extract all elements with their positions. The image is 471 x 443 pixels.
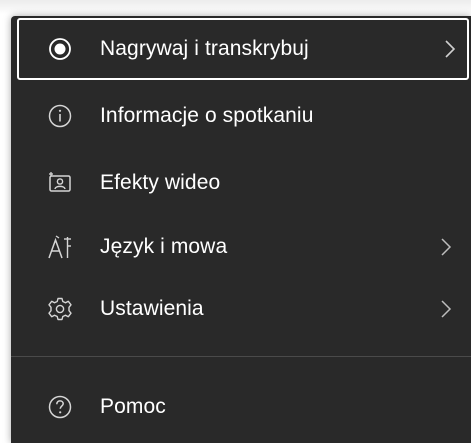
menu-item-video-effects[interactable]: Efekty wideo (11, 152, 471, 214)
language-icon (47, 234, 73, 260)
chevron-right-icon (439, 236, 453, 258)
menu-item-label: Nagrywaj i transkrybuj (100, 37, 309, 60)
menu-item-label: Informacje o spotkaniu (100, 104, 314, 127)
menu-item-settings[interactable]: Ustawienia (11, 278, 471, 340)
menu-item-record-transcribe[interactable]: Nagrywaj i transkrybuj (17, 18, 469, 80)
more-actions-menu: Nagrywaj i transkrybuj Informacje o spot… (11, 16, 471, 443)
menu-item-meeting-info[interactable]: Informacje o spotkaniu (11, 85, 471, 147)
menu-item-label: Pomoc (100, 395, 166, 418)
gear-icon (47, 296, 73, 322)
menu-divider (11, 356, 471, 357)
menu-item-language-speech[interactable]: Język i mowa (11, 216, 471, 278)
record-icon (47, 36, 73, 62)
chevron-right-icon (439, 298, 453, 320)
menu-item-help[interactable]: Pomoc (11, 376, 471, 438)
page: Nagrywaj i transkrybuj Informacje o spot… (0, 0, 471, 443)
video-effects-icon (47, 170, 73, 196)
chevron-right-icon (443, 38, 457, 60)
info-icon (47, 103, 73, 129)
help-icon (47, 394, 73, 420)
menu-item-label: Efekty wideo (100, 171, 221, 194)
menu-item-label: Język i mowa (100, 235, 228, 258)
menu-item-label: Ustawienia (100, 297, 204, 320)
